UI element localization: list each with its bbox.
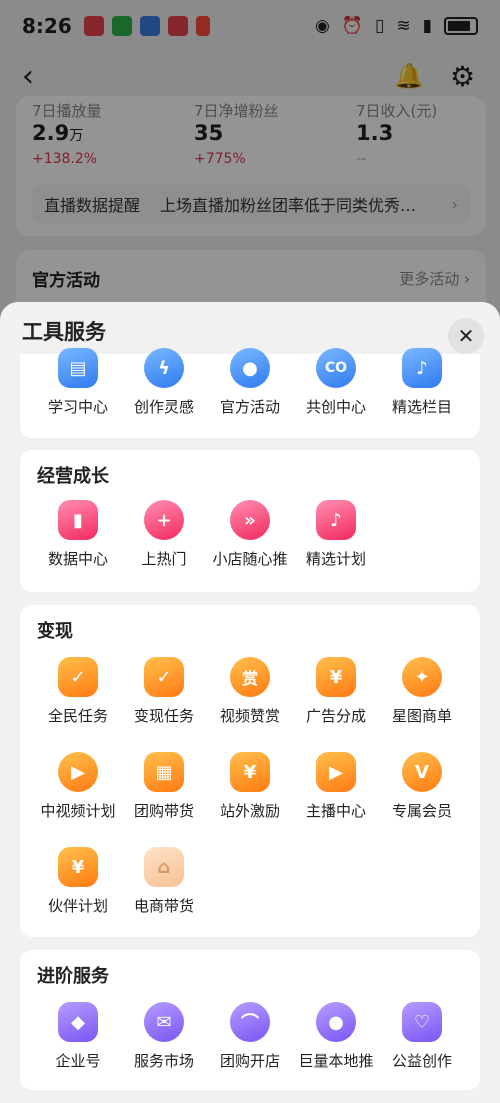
sheet-title: 工具服务 bbox=[22, 320, 106, 344]
tool-label: 官方活动 bbox=[219, 398, 280, 416]
reward-icon: 赏 bbox=[230, 657, 270, 697]
monetization-item[interactable]: ¥ 广告分成 bbox=[292, 657, 380, 726]
monetization-label: 伙伴计划 bbox=[47, 897, 108, 915]
creation-tools-card: ▤ 学习中心 ϟ 创作灵感 ● 官方活动 CO 共创中心 ♪ 精选栏目 bbox=[20, 348, 480, 438]
store-icon: ▦ bbox=[144, 752, 184, 792]
tool-item[interactable]: ♪ 精选栏目 bbox=[378, 348, 466, 417]
lightbulb-icon: ϟ bbox=[144, 348, 184, 388]
monetization-item[interactable]: ▦ 团购带货 bbox=[120, 752, 208, 821]
monetization-item[interactable]: ⌂ 电商带货 bbox=[120, 847, 208, 916]
growth-card: 经营成长 ▮ 数据中心 + 上热门 » 小店随心推 ♪ 精选计划 bbox=[20, 450, 480, 592]
flame-icon: + bbox=[144, 500, 184, 540]
vip-icon: V bbox=[402, 752, 442, 792]
growth-title: 经营成长 bbox=[37, 466, 109, 487]
star-map-icon: ✦ bbox=[402, 657, 442, 697]
monetization-label: 全民任务 bbox=[47, 707, 108, 725]
growth-label: 上热门 bbox=[141, 550, 187, 568]
monetization-label: 主播中心 bbox=[305, 802, 366, 820]
boost-icon: » bbox=[230, 500, 270, 540]
monetization-item[interactable]: ✦ 星图商单 bbox=[378, 657, 466, 726]
monetization-title: 变现 bbox=[37, 621, 73, 642]
trophy-icon: ✓ bbox=[144, 657, 184, 697]
camera-icon: ▶ bbox=[316, 752, 356, 792]
growth-label: 数据中心 bbox=[47, 550, 108, 568]
advanced-item[interactable]: ● 巨量本地推 bbox=[292, 1002, 380, 1071]
growth-item[interactable]: ♪ 精选计划 bbox=[292, 500, 380, 569]
advanced-item[interactable]: ⌒ 团购开店 bbox=[206, 1002, 294, 1071]
advanced-label: 服务市场 bbox=[133, 1052, 194, 1070]
monetization-label: 变现任务 bbox=[133, 707, 194, 725]
monetization-label: 电商带货 bbox=[133, 897, 194, 915]
monetization-label: 广告分成 bbox=[305, 707, 366, 725]
monetization-item[interactable]: ▶ 中视频计划 bbox=[34, 752, 122, 821]
monetization-item[interactable]: ▶ 主播中心 bbox=[292, 752, 380, 821]
monetization-label: 站外激励 bbox=[219, 802, 280, 820]
monetization-item[interactable]: ¥ 站外激励 bbox=[206, 752, 294, 821]
advanced-services-card: 进阶服务 ◆ 企业号 ✉ 服务市场 ⌒ 团购开店 ● 巨量本地推 ♡ 公益创作 bbox=[20, 950, 480, 1090]
monetization-label: 星图商单 bbox=[391, 707, 452, 725]
advanced-label: 公益创作 bbox=[391, 1052, 452, 1070]
douyin-icon: ♪ bbox=[316, 500, 356, 540]
balloon-icon: ● bbox=[230, 348, 270, 388]
tool-label: 学习中心 bbox=[47, 398, 108, 416]
incentive-icon: ¥ bbox=[230, 752, 270, 792]
growth-label: 小店随心推 bbox=[212, 550, 288, 568]
tool-label: 共创中心 bbox=[305, 398, 366, 416]
monetization-item[interactable]: ¥ 伙伴计划 bbox=[34, 847, 122, 916]
shopping-bag-icon: ⌂ bbox=[144, 847, 184, 887]
advanced-label: 团购开店 bbox=[219, 1052, 280, 1070]
book-icon: ▤ bbox=[58, 348, 98, 388]
advanced-item[interactable]: ♡ 公益创作 bbox=[378, 1002, 466, 1071]
co-icon: CO bbox=[316, 348, 356, 388]
music-note-icon: ♪ bbox=[402, 348, 442, 388]
advanced-label: 巨量本地推 bbox=[298, 1052, 374, 1070]
monetization-card: 变现 ✓ 全民任务 ✓ 变现任务 赏 视频赞赏 ¥ 广告分成 ✦ 星图商单 ▶ … bbox=[20, 605, 480, 937]
monetization-label: 团购带货 bbox=[133, 802, 194, 820]
bar-chart-icon: ▮ bbox=[58, 500, 98, 540]
location-icon: ● bbox=[316, 1002, 356, 1042]
monetization-item[interactable]: 赏 视频赞赏 bbox=[206, 657, 294, 726]
growth-label: 精选计划 bbox=[305, 550, 366, 568]
money-bag-icon: ¥ bbox=[316, 657, 356, 697]
people-icon: ✓ bbox=[58, 657, 98, 697]
play-icon: ▶ bbox=[58, 752, 98, 792]
enterprise-icon: ◆ bbox=[58, 1002, 98, 1042]
advanced-item[interactable]: ✉ 服务市场 bbox=[120, 1002, 208, 1071]
close-icon: ✕ bbox=[457, 324, 475, 348]
tool-services-sheet: 工具服务 ✕ ▤ 学习中心 ϟ 创作灵感 ● 官方活动 CO 共创中心 ♪ 精选… bbox=[0, 302, 500, 1103]
service-market-icon: ✉ bbox=[144, 1002, 184, 1042]
monetization-label: 视频赞赏 bbox=[219, 707, 280, 725]
tool-label: 精选栏目 bbox=[391, 398, 452, 416]
tool-label: 创作灵感 bbox=[133, 398, 194, 416]
monetization-item[interactable]: ✓ 变现任务 bbox=[120, 657, 208, 726]
advanced-label: 企业号 bbox=[55, 1052, 101, 1070]
monetization-item[interactable]: V 专属会员 bbox=[378, 752, 466, 821]
partner-icon: ¥ bbox=[58, 847, 98, 887]
monetization-item[interactable]: ✓ 全民任务 bbox=[34, 657, 122, 726]
charity-icon: ♡ bbox=[402, 1002, 442, 1042]
monetization-label: 专属会员 bbox=[391, 802, 452, 820]
advanced-item[interactable]: ◆ 企业号 bbox=[34, 1002, 122, 1071]
tool-item[interactable]: CO 共创中心 bbox=[292, 348, 380, 417]
growth-item[interactable]: ▮ 数据中心 bbox=[34, 500, 122, 569]
growth-item[interactable]: + 上热门 bbox=[120, 500, 208, 569]
advanced-title: 进阶服务 bbox=[37, 966, 109, 987]
tool-item[interactable]: ▤ 学习中心 bbox=[34, 348, 122, 417]
tool-item[interactable]: ϟ 创作灵感 bbox=[120, 348, 208, 417]
growth-item[interactable]: » 小店随心推 bbox=[206, 500, 294, 569]
tool-item[interactable]: ● 官方活动 bbox=[206, 348, 294, 417]
open-store-icon: ⌒ bbox=[230, 1002, 270, 1042]
monetization-label: 中视频计划 bbox=[40, 802, 116, 820]
